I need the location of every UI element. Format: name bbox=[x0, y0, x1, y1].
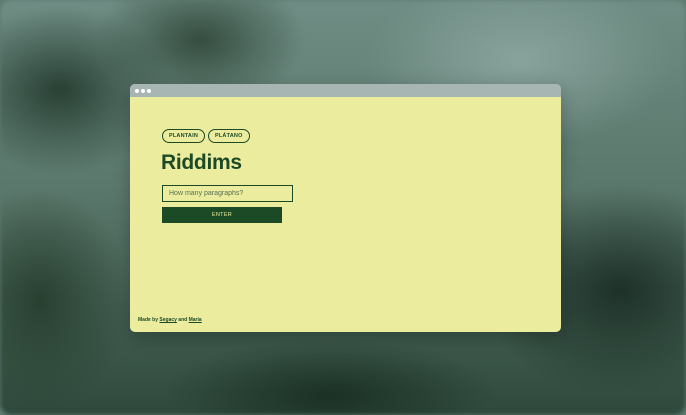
browser-window: PLANTAIN PLÁTANO Riddims ENTER Made by S… bbox=[130, 84, 561, 332]
credit-link-maria[interactable]: Maria bbox=[189, 317, 202, 323]
tag-platano[interactable]: PLÁTANO bbox=[208, 129, 250, 143]
enter-button[interactable]: ENTER bbox=[162, 207, 282, 223]
window-control-dot-1[interactable] bbox=[135, 88, 139, 93]
page-content: PLANTAIN PLÁTANO Riddims ENTER Made by S… bbox=[130, 97, 561, 332]
paragraph-count-input[interactable] bbox=[162, 185, 293, 202]
page-title: Riddims bbox=[161, 151, 242, 174]
tag-plantain[interactable]: PLANTAIN bbox=[162, 129, 205, 143]
window-control-dot-2[interactable] bbox=[141, 88, 145, 93]
credit-middle: and bbox=[176, 317, 189, 323]
language-tags: PLANTAIN PLÁTANO bbox=[162, 129, 250, 143]
credit-link-segacy[interactable]: Segacy bbox=[159, 317, 177, 323]
window-titlebar bbox=[130, 84, 561, 97]
window-control-dot-3[interactable] bbox=[147, 88, 151, 93]
credit-footer: Made by Segacy and Maria bbox=[138, 317, 202, 323]
credit-prefix: Made by bbox=[138, 317, 160, 323]
